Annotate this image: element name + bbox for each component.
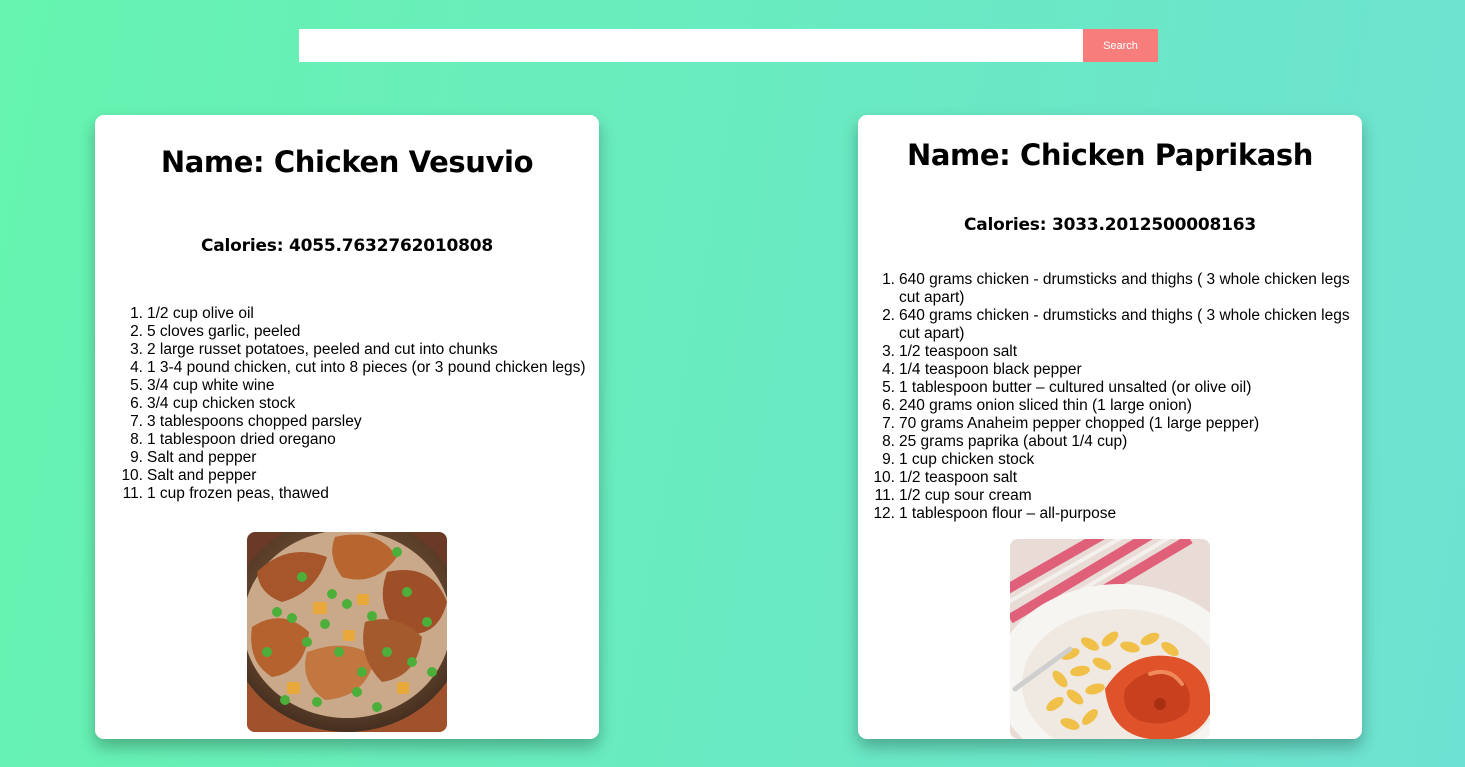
- recipe-name: Name: Chicken Paprikash: [906, 138, 1313, 172]
- recipe-image: [1010, 539, 1210, 739]
- list-number: 3.: [882, 343, 895, 360]
- search-bar: Search: [299, 29, 1158, 62]
- ingredient-list: 1. 640 grams chicken - drumsticks and thi…: [873, 271, 1357, 523]
- ingredient-text: 3/4 cup white wine: [147, 377, 275, 394]
- list-number: 1.: [882, 271, 895, 288]
- ingredient-text: Salt and pepper: [147, 449, 257, 466]
- list-number: 6.: [882, 397, 895, 414]
- list-item: 11. 1/2 cup sour cream: [875, 487, 1357, 505]
- list-item: 6. 240 grams onion sliced thin (1 large o…: [882, 397, 1357, 415]
- chicken-paprikash-photo: [1010, 539, 1210, 739]
- list-number: 6.: [130, 395, 143, 412]
- list-number: 2.: [130, 323, 143, 340]
- list-item: 5. 3/4 cup white wine: [130, 377, 592, 395]
- list-number: 9.: [882, 451, 895, 468]
- ingredient-text: 1 tablespoon butter – cultured unsalted …: [899, 379, 1252, 396]
- ingredient-text: 2 large russet potatoes, peeled and cut …: [147, 341, 498, 358]
- list-number: 4.: [882, 361, 895, 378]
- list-number: 4.: [130, 359, 143, 376]
- list-number: 10.: [121, 467, 143, 484]
- list-item: 10. Salt and pepper: [121, 467, 592, 485]
- recipe-calories: Calories: 4055.7632762010808: [201, 236, 493, 256]
- recipe-image: [247, 532, 447, 732]
- ingredient-text: 640 grams chicken - drumsticks and thigh…: [899, 271, 1350, 306]
- ingredient-text: 1/2 teaspoon salt: [899, 343, 1018, 360]
- list-number: 3.: [130, 341, 143, 358]
- list-item: 3. 1/2 teaspoon salt: [882, 343, 1357, 361]
- ingredient-text: 70 grams Anaheim pepper chopped (1 large…: [899, 415, 1260, 432]
- ingredient-text: 5 cloves garlic, peeled: [147, 323, 301, 340]
- list-item: 10. 1/2 teaspoon salt: [873, 469, 1357, 487]
- search-input[interactable]: [299, 29, 1083, 62]
- list-item: 8. 1 tablespoon dried oregano: [130, 431, 592, 449]
- recipe-calories: Calories: 3033.2012500008163: [964, 215, 1256, 235]
- list-number: 5.: [130, 377, 143, 394]
- recipe-card: Name: Chicken Vesuvio Calories: 4055.763…: [95, 115, 599, 739]
- list-item: 2. 5 cloves garlic, peeled: [130, 323, 592, 341]
- list-number: 8.: [882, 433, 895, 450]
- list-item: 3. 2 large russet potatoes, peeled and cu…: [130, 341, 592, 359]
- list-item: 9. 1 cup chicken stock: [882, 451, 1357, 469]
- list-number: 12.: [873, 505, 895, 522]
- list-number: 9.: [130, 449, 143, 466]
- ingredient-text: 240 grams onion sliced thin (1 large oni…: [899, 397, 1192, 414]
- list-item: 9. Salt and pepper: [130, 449, 592, 467]
- list-item: 1. 640 grams chicken - drumsticks and thi…: [882, 271, 1357, 307]
- ingredient-text: 1 tablespoon dried oregano: [147, 431, 336, 448]
- list-number: 10.: [873, 469, 895, 486]
- ingredient-text: 1/2 teaspoon salt: [899, 469, 1018, 486]
- list-item: 4. 1/4 teaspoon black pepper: [882, 361, 1357, 379]
- ingredient-text: 1 3-4 pound chicken, cut into 8 pieces (…: [147, 359, 586, 376]
- ingredient-list: 1. 1/2 cup olive oil 2. 5 cloves garlic, p…: [121, 305, 592, 503]
- list-item: 8. 25 grams paprika (about 1/4 cup): [882, 433, 1357, 451]
- list-item: 7. 3 tablespoons chopped parsley: [130, 413, 592, 431]
- ingredient-text: Salt and pepper: [147, 467, 257, 484]
- list-item: 7. 70 grams Anaheim pepper chopped (1 lar…: [882, 415, 1357, 433]
- list-number: 5.: [882, 379, 895, 396]
- list-number: 7.: [882, 415, 895, 432]
- list-number: 1.: [130, 305, 143, 322]
- chicken-vesuvio-photo: [247, 532, 447, 732]
- ingredient-text: 1/4 teaspoon black pepper: [899, 361, 1082, 378]
- list-number: 7.: [130, 413, 143, 430]
- ingredient-text: 1 cup chicken stock: [899, 451, 1035, 468]
- ingredient-text: 1/2 cup olive oil: [147, 305, 254, 322]
- list-item: 2. 640 grams chicken - drumsticks and thi…: [882, 307, 1357, 343]
- ingredient-text: 1 cup frozen peas, thawed: [147, 485, 329, 502]
- list-item: 1. 1/2 cup olive oil: [130, 305, 592, 323]
- ingredient-text: 640 grams chicken - drumsticks and thigh…: [899, 307, 1350, 342]
- recipe-name: Name: Chicken Vesuvio: [160, 145, 534, 179]
- ingredient-text: 3/4 cup chicken stock: [147, 395, 296, 412]
- ingredient-text: 1/2 cup sour cream: [899, 487, 1032, 504]
- search-button[interactable]: Search: [1083, 29, 1158, 62]
- list-item: 12. 1 tablespoon flour – all-purpose: [873, 505, 1357, 523]
- ingredient-text: 25 grams paprika (about 1/4 cup): [899, 433, 1128, 450]
- list-item: 11. 1 cup frozen peas, thawed: [123, 485, 592, 503]
- list-item: 6. 3/4 cup chicken stock: [130, 395, 592, 413]
- ingredient-text: 1 tablespoon flour – all-purpose: [899, 505, 1117, 522]
- list-number: 11.: [122, 485, 143, 502]
- list-item: 4. 1 3-4 pound chicken, cut into 8 pieces…: [130, 359, 592, 377]
- list-number: 11.: [874, 487, 895, 504]
- list-number: 8.: [130, 431, 143, 448]
- ingredient-text: 3 tablespoons chopped parsley: [147, 413, 362, 430]
- recipe-card: Name: Chicken Paprikash Calories: 3033.2…: [858, 115, 1362, 739]
- list-number: 2.: [882, 307, 895, 324]
- list-item: 5. 1 tablespoon butter – cultured unsalte…: [882, 379, 1357, 397]
